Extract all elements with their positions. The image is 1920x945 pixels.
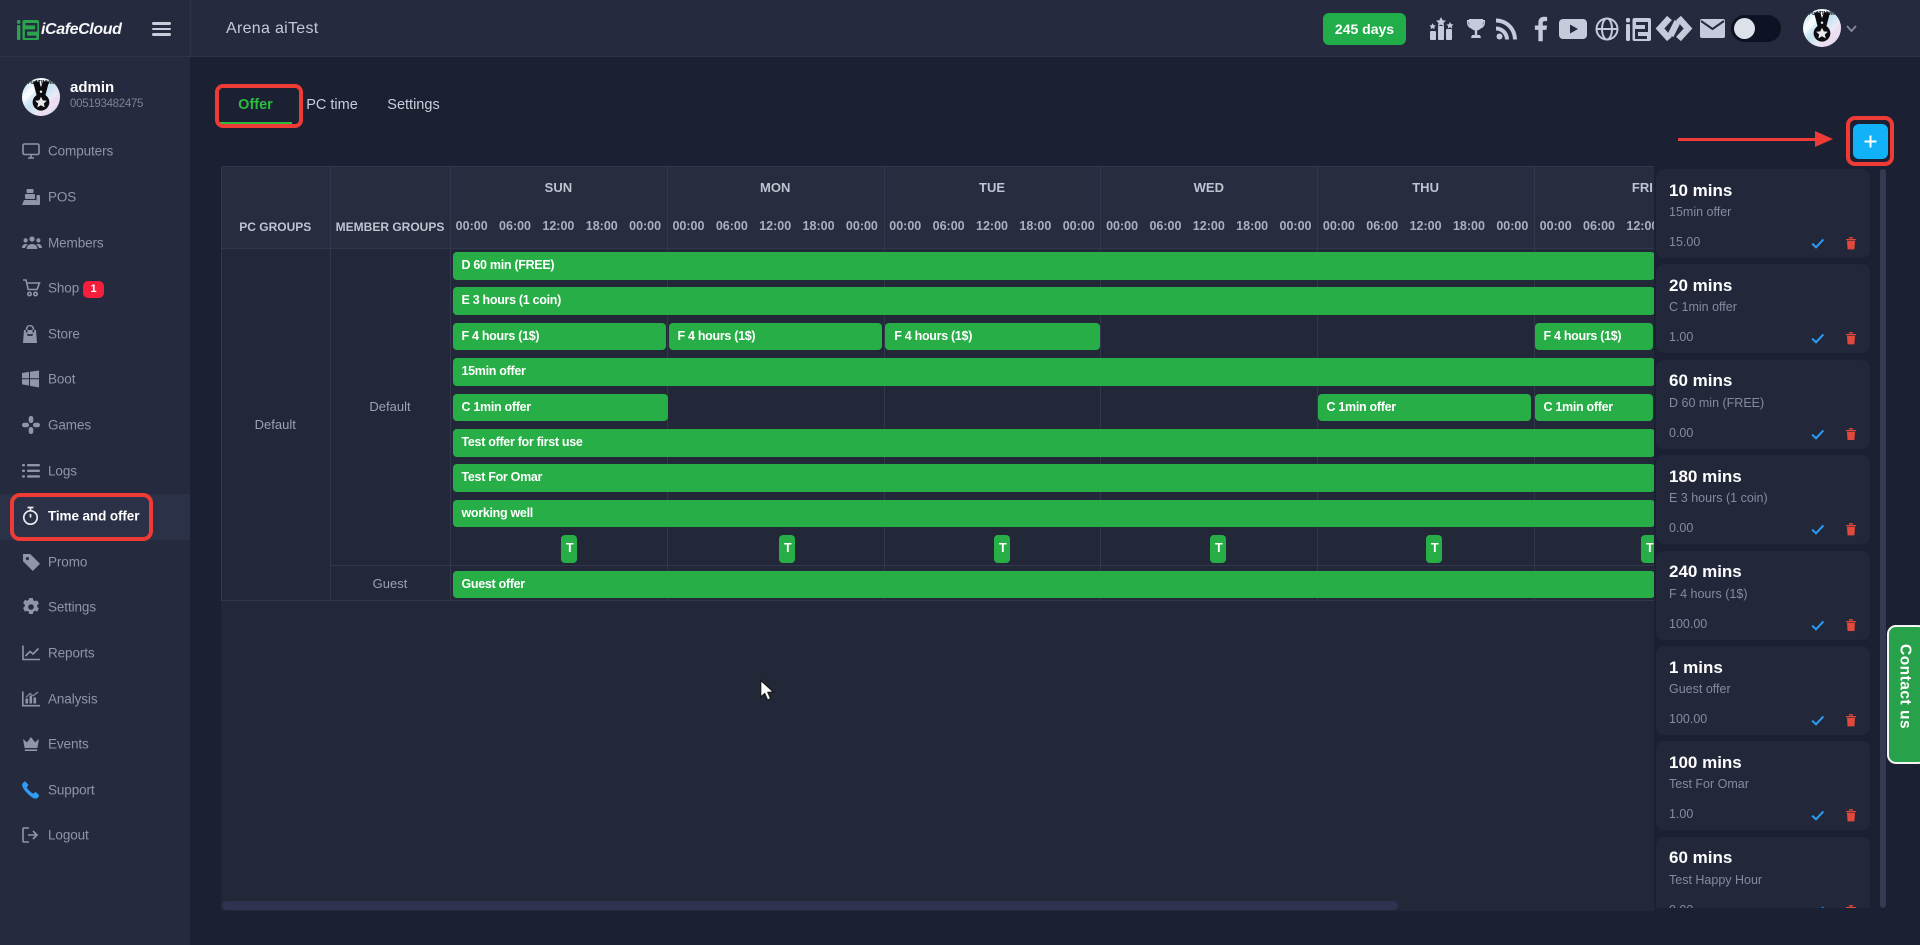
svg-text:PLATINUM: PLATINUM bbox=[28, 80, 55, 86]
svg-text:PLATINUM: PLATINUM bbox=[1809, 11, 1836, 17]
